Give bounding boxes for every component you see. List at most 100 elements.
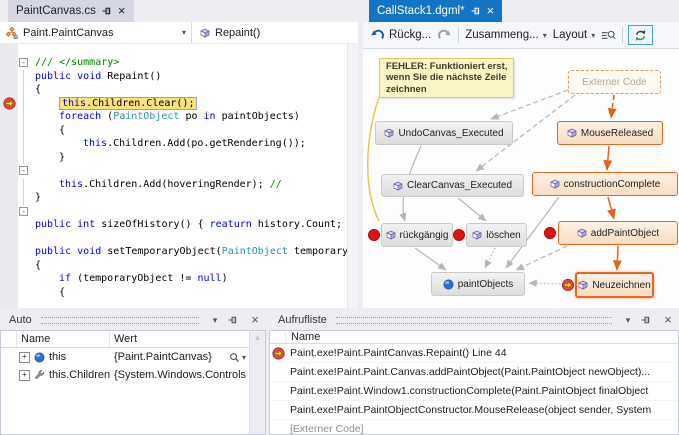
gutter-cell[interactable] (0, 191, 18, 205)
gutter-cell[interactable] (0, 110, 18, 124)
code-line[interactable]: - (0, 205, 358, 219)
current-frame-icon (270, 347, 286, 360)
callstack-frame-row[interactable]: Paint.exe!Paint.PaintCanvas.Repaint() Li… (270, 344, 678, 363)
gutter-cell[interactable] (0, 259, 18, 273)
graph-node-loeschen[interactable]: löschen (466, 223, 527, 247)
fold-margin (18, 218, 31, 232)
node-label: MouseReleased (581, 128, 653, 139)
sync-toggle-button[interactable] (628, 25, 653, 45)
graph-node-paintobjects[interactable]: paintObjects (431, 272, 525, 296)
method-icon (550, 179, 560, 189)
graph-node-constructioncomplete[interactable]: constructionComplete (532, 172, 678, 196)
fold-margin[interactable]: - (18, 164, 31, 178)
code-line[interactable]: public int sizeOfHistory() { reaturn his… (0, 218, 358, 232)
pin-icon[interactable] (102, 6, 112, 16)
gutter-cell[interactable] (0, 272, 18, 286)
magnifier-button[interactable]: ▾ (229, 352, 249, 363)
autos-row[interactable]: +this{Paint.PaintCanvas}▾ (1, 348, 249, 366)
gutter-cell[interactable] (0, 83, 18, 97)
close-icon[interactable]: × (118, 6, 126, 16)
code-line[interactable]: if (temporaryObject != null) (0, 272, 358, 286)
node-label: Neuzeichnen (592, 280, 650, 291)
close-icon[interactable]: × (661, 313, 675, 327)
pin-icon[interactable] (641, 315, 655, 325)
pin-icon[interactable] (471, 6, 481, 16)
gutter-cell[interactable] (0, 124, 18, 138)
member-dropdown[interactable]: Repaint() (192, 27, 358, 39)
variable-name: this.Children (49, 369, 110, 381)
gutter-cell[interactable] (0, 151, 18, 165)
code-line[interactable] (0, 232, 358, 246)
gutter-cell[interactable] (0, 56, 18, 70)
type-dropdown[interactable]: Paint.PaintCanvas ▾ (0, 22, 192, 43)
code-line[interactable]: foreach (PaintObject po in paintObjects) (0, 110, 358, 124)
autos-row[interactable]: +this.Children{System.Windows.Controls (1, 366, 249, 384)
code-line[interactable]: } (0, 151, 358, 165)
code-line[interactable]: public void setTemporaryObject(PaintObje… (0, 245, 358, 259)
gutter-cell[interactable] (0, 70, 18, 84)
callstack-frame-row[interactable]: Paint.exe!Paint.Paint.Canvas.addPaintObj… (270, 363, 678, 382)
layout-dropdown[interactable]: Layout ▾ (550, 29, 599, 41)
code-line[interactable]: { (0, 259, 358, 273)
code-line[interactable]: this.Children.Clear(); (0, 97, 358, 111)
gutter-cell[interactable] (0, 218, 18, 232)
gutter-cell[interactable] (0, 232, 18, 246)
graph-node-addpaintobject[interactable]: addPaintObject (558, 221, 678, 245)
graph-node-mousereleased[interactable]: MouseReleased (557, 121, 663, 145)
zoom-find-button[interactable] (598, 29, 619, 42)
undo-button[interactable]: Rückg... (367, 29, 434, 42)
graph-node-undocanvas-executed[interactable]: UndoCanvas_Executed (375, 121, 513, 145)
editor-scrollbar[interactable] (347, 44, 358, 308)
callstack-frame-row[interactable]: [Externer Code] (270, 420, 678, 435)
code-line[interactable]: } (0, 191, 358, 205)
code-area[interactable]: -/// </summary>public void Repaint(){thi… (0, 44, 358, 308)
gutter-cell[interactable] (0, 205, 18, 219)
callstack-header: Name (270, 331, 678, 344)
code-line[interactable]: { (0, 83, 358, 97)
tab-paintcanvas[interactable]: PaintCanvas.cs × (8, 0, 134, 22)
code-line[interactable]: -/// </summary> (0, 56, 358, 70)
group-dropdown[interactable]: Zusammeng... ▾ (462, 29, 550, 41)
expander-icon[interactable]: + (19, 352, 30, 363)
fold-margin[interactable]: - (18, 56, 31, 70)
graph-node-rueckgaengig[interactable]: rückgängig (381, 223, 453, 247)
graph-edge-addpaintobject-to-neuzeichnen (617, 246, 618, 270)
close-icon[interactable]: × (487, 6, 495, 16)
gutter-cell[interactable] (0, 286, 18, 300)
code-line[interactable]: this.Children.Add(hoveringRender); // (0, 178, 358, 192)
graph-annotation-note[interactable]: FEHLER: Funktioniert erst,wenn Sie die n… (379, 58, 514, 98)
editor-navigation-bar: Paint.PaintCanvas ▾ Repaint() (0, 22, 358, 44)
graph-edge-clearcanvas-executed-to-loeschen (458, 198, 486, 221)
expander-icon[interactable]: + (19, 370, 30, 381)
close-icon[interactable]: × (248, 313, 262, 327)
autos-scrollbar[interactable]: ▲ (249, 331, 265, 434)
gutter-cell[interactable] (0, 137, 18, 151)
code-line[interactable]: { (0, 286, 358, 300)
frame-text: Paint.exe!Paint.Window1.constructionComp… (286, 385, 678, 397)
redo-button[interactable] (434, 29, 455, 42)
callstack-rows: Paint.exe!Paint.PaintCanvas.Repaint() Li… (270, 344, 678, 435)
callstack-panel: Aufrufliste ▾ × Name Paint.exe!Paint.Pai… (269, 310, 679, 435)
graph-edge-loeschen-to-paintobjects (485, 248, 495, 268)
gutter-cell[interactable] (0, 178, 18, 192)
field-icon (443, 279, 454, 290)
code-line[interactable]: - (0, 164, 358, 178)
code-line[interactable]: { (0, 124, 358, 138)
window-position-icon[interactable]: ▾ (208, 313, 222, 327)
callstack-frame-row[interactable]: Paint.exe!Paint.Window1.constructionComp… (270, 382, 678, 401)
breakpoint-current-statement-icon[interactable] (0, 97, 18, 111)
graph-node-clearcanvas-executed[interactable]: ClearCanvas_Executed (381, 174, 524, 197)
graph-node-neuzeichnen[interactable]: Neuzeichnen (575, 272, 654, 298)
scroll-up-icon[interactable]: ▲ (254, 333, 262, 342)
graph-node-externer-code[interactable]: Externer Code (568, 70, 661, 94)
gutter-cell[interactable] (0, 245, 18, 259)
window-position-icon[interactable]: ▾ (621, 313, 635, 327)
graph-canvas[interactable]: FEHLER: Funktioniert erst,wenn Sie die n… (363, 49, 679, 308)
code-line[interactable]: this.Children.Add(po.getRendering()); (0, 137, 358, 151)
callstack-frame-row[interactable]: Paint.exe!Paint.PaintObjectConstructor.M… (270, 401, 678, 420)
pin-icon[interactable] (228, 315, 242, 325)
code-line[interactable]: public void Repaint() (0, 70, 358, 84)
tab-callstack-dgml[interactable]: CallStack1.dgml* × (369, 0, 502, 22)
gutter-cell[interactable] (0, 164, 18, 178)
fold-margin[interactable]: - (18, 205, 31, 219)
